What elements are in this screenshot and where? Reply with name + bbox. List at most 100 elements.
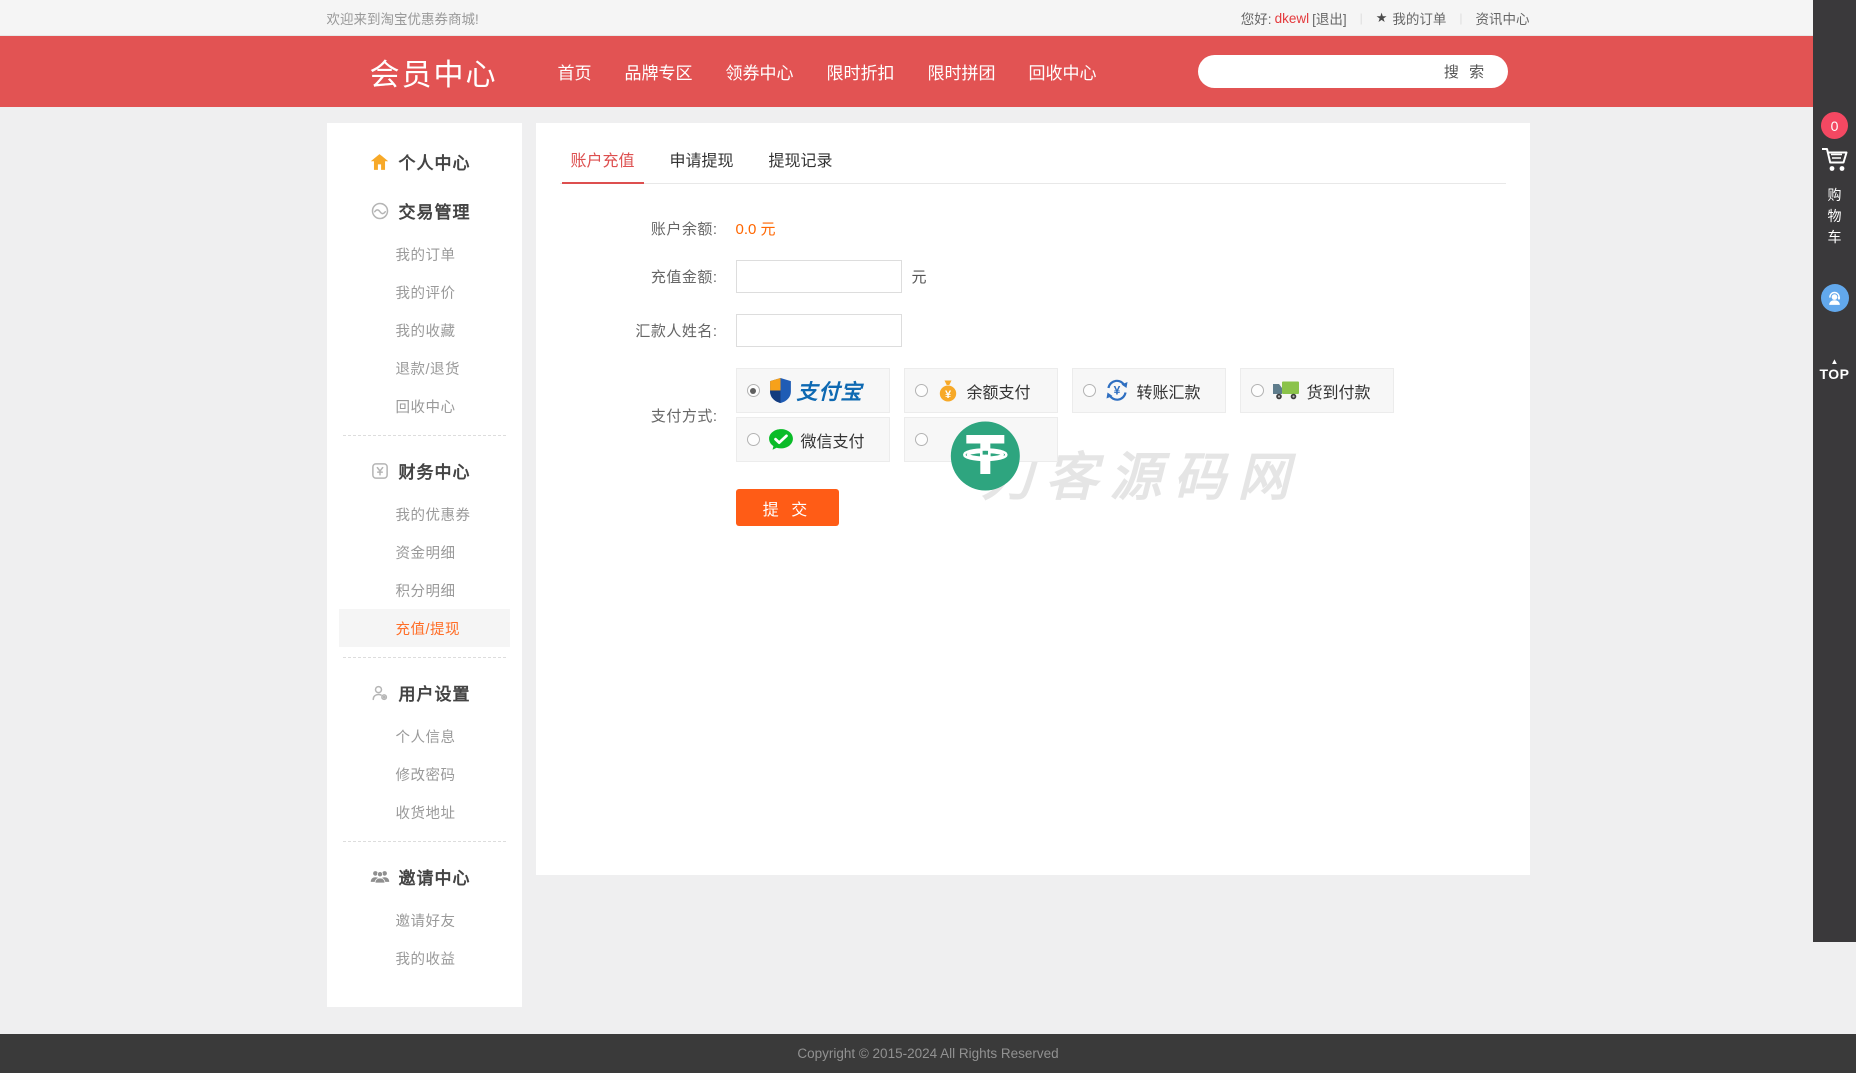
sidebar-item-my-favorites[interactable]: 我的收藏 (327, 311, 522, 349)
payment-option-balance[interactable]: ¥ 余额支付 (904, 368, 1058, 413)
payment-option-usdt[interactable] (904, 417, 1058, 462)
nav-group-buy[interactable]: 限时拼团 (928, 59, 996, 84)
tab-bar: 账户充值 申请提现 提现记录 (560, 138, 1506, 184)
sidebar-item-fund-details[interactable]: 资金明细 (327, 533, 522, 571)
sidebar-item-refund-return[interactable]: 退款/退货 (327, 349, 522, 387)
main-header: 会员中心 首页 品牌专区 领券中心 限时折扣 限时拼团 回收中心 搜 索 (0, 36, 1856, 107)
radio-alipay[interactable] (747, 384, 760, 397)
my-orders-link[interactable]: 我的订单 (1392, 8, 1446, 28)
nav-home[interactable]: 首页 (558, 59, 592, 84)
sidebar-item-user-settings[interactable]: 用户设置 (327, 668, 522, 717)
sidebar-item-points-details[interactable]: 积分明细 (327, 571, 522, 609)
headset-person-icon (1826, 290, 1843, 307)
sidebar-item-change-password[interactable]: 修改密码 (327, 755, 522, 793)
page-title: 会员中心 (370, 50, 498, 94)
payment-option-wechat[interactable]: 微信支付 (736, 417, 890, 462)
tab-account-recharge[interactable]: 账户充值 (562, 138, 644, 184)
sidebar-item-my-reviews[interactable]: 我的评价 (327, 273, 522, 311)
welcome-text: 欢迎来到淘宝优惠券商城! (327, 8, 479, 28)
divider: | (1459, 11, 1462, 25)
logout-link[interactable]: [退出] (1312, 8, 1347, 28)
sidebar-item-my-earnings[interactable]: 我的收益 (327, 939, 522, 977)
payee-row: 汇款人姓名: (560, 314, 1506, 347)
nav-flash-discount[interactable]: 限时折扣 (827, 59, 895, 84)
amount-label: 充值金额: (560, 266, 718, 287)
user-settings-icon (370, 683, 390, 703)
divider (343, 841, 506, 842)
customer-service-button[interactable] (1821, 284, 1849, 312)
sidebar-item-invite-friends[interactable]: 邀请好友 (327, 901, 522, 939)
nav-brand-zone[interactable]: 品牌专区 (625, 59, 693, 84)
amount-input[interactable] (736, 260, 902, 293)
balance-pay-icon: ¥ (936, 379, 960, 403)
home-icon (370, 152, 390, 172)
payee-label: 汇款人姓名: (560, 320, 718, 341)
news-center-link[interactable]: 资讯中心 (1476, 8, 1530, 28)
greeting-text: 您好: (1241, 8, 1272, 28)
wechat-icon (768, 428, 794, 452)
sidebar-item-my-orders[interactable]: 我的订单 (327, 235, 522, 273)
payment-option-alipay[interactable]: 支付宝 (736, 368, 890, 413)
tab-apply-withdraw[interactable]: 申请提现 (661, 138, 743, 183)
topbar: 欢迎来到淘宝优惠券商城! 您好: dkewl [退出] | ★ 我的订单 | 资… (0, 0, 1856, 36)
sidebar-item-finance-center[interactable]: 财务中心 (327, 446, 522, 495)
radio-wechat[interactable] (747, 433, 760, 446)
transfer-icon: ¥ (1104, 378, 1130, 403)
divider (343, 657, 506, 658)
sidebar: 个人中心 交易管理 我的订单 我的评价 我的收藏 退款/退货 回收中心 财务中心… (327, 123, 522, 1007)
cod-truck-icon (1272, 380, 1300, 401)
payee-name-input[interactable] (736, 314, 902, 347)
svg-text:¥: ¥ (1113, 384, 1120, 398)
radio-usdt[interactable] (915, 433, 928, 446)
alipay-shield-icon (768, 377, 793, 404)
invite-icon (370, 867, 390, 887)
trade-icon (370, 201, 390, 221)
sidebar-item-my-coupons[interactable]: 我的优惠券 (327, 495, 522, 533)
star-icon: ★ (1376, 10, 1388, 26)
payment-option-transfer[interactable]: ¥ 转账汇款 (1072, 368, 1226, 413)
tab-withdraw-records[interactable]: 提现记录 (760, 138, 842, 183)
search-button[interactable]: 搜 索 (1424, 61, 1508, 82)
payment-methods: 支付宝 ¥ 余额支付 ¥ 转账汇款 (736, 368, 1426, 462)
sidebar-item-recharge-withdraw[interactable]: 充值/提现 (339, 609, 510, 647)
amount-unit: 元 (912, 266, 927, 287)
search-bar: 搜 索 (1198, 55, 1508, 88)
balance-label: 账户余额: (560, 218, 718, 239)
main-content: 刀客源码网 账户充值 申请提现 提现记录 账户余额: 0.0 元 充值金额: 元… (536, 123, 1530, 875)
cart-icon[interactable] (1820, 146, 1850, 178)
sidebar-item-personal-center[interactable]: 个人中心 (327, 137, 522, 186)
sidebar-item-trade-management[interactable]: 交易管理 (327, 186, 522, 235)
payment-option-label: 余额支付 (967, 379, 1031, 403)
amount-row: 充值金额: 元 (560, 260, 1506, 293)
search-input[interactable] (1198, 55, 1424, 88)
sidebar-item-shipping-address[interactable]: 收货地址 (327, 793, 522, 831)
balance-value: 0.0 元 (736, 218, 776, 239)
cart-count-badge[interactable]: 0 (1821, 112, 1848, 139)
copyright-text: Copyright © 2015-2024 All Rights Reserve… (0, 1034, 1856, 1073)
usdt-tether-icon (949, 420, 1021, 492)
svg-text:¥: ¥ (944, 389, 951, 401)
payment-option-label: 货到付款 (1307, 379, 1371, 403)
up-arrow-icon: ▲ (1819, 358, 1849, 366)
payment-option-label: 转账汇款 (1137, 379, 1201, 403)
payment-option-cod[interactable]: 货到付款 (1240, 368, 1394, 413)
divider: | (1360, 11, 1363, 25)
sidebar-item-invite-center[interactable]: 邀请中心 (327, 852, 522, 901)
submit-button[interactable]: 提 交 (736, 489, 839, 526)
radio-balance-pay[interactable] (915, 384, 928, 397)
radio-cod[interactable] (1251, 384, 1264, 397)
sidebar-item-personal-info[interactable]: 个人信息 (327, 717, 522, 755)
divider (343, 435, 506, 436)
sidebar-item-recycle-center[interactable]: 回收中心 (327, 387, 522, 425)
cart-label[interactable]: 购物车 (1827, 185, 1843, 248)
alipay-logo-text: 支付宝 (797, 376, 863, 406)
payment-row: 支付方式: 支付宝 ¥ 余额支付 (560, 368, 1506, 462)
payment-label: 支付方式: (560, 405, 718, 426)
username-link[interactable]: dkewl (1275, 11, 1310, 26)
recharge-form: 账户余额: 0.0 元 充值金额: 元 汇款人姓名: 支付方式: (560, 218, 1506, 526)
back-to-top-button[interactable]: ▲ TOP (1819, 358, 1849, 382)
radio-transfer[interactable] (1083, 384, 1096, 397)
nav-coupon-center[interactable]: 领券中心 (726, 59, 794, 84)
payment-option-label: 微信支付 (801, 428, 865, 452)
nav-recycle-center[interactable]: 回收中心 (1029, 59, 1097, 84)
